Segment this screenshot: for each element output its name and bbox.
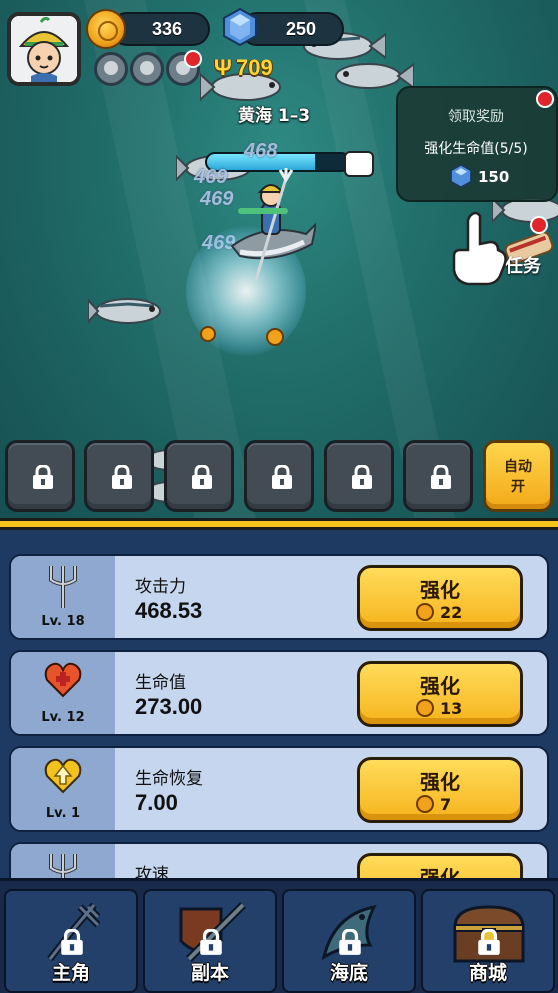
lock-icon [112,465,132,489]
lock-icon [352,465,372,489]
fish-enemy [88,298,161,324]
combat-power: Ψ 709 [214,55,273,81]
trident-power-icon: Ψ [214,55,232,80]
nav-label: 海底 [329,962,368,984]
upgrade-name: 生命恢复 [135,769,203,789]
upgrade-button-hp[interactable]: 强化 13 [357,661,523,727]
auto-battle-label: 自动 开 [486,457,550,497]
game-scene: 336 250 Ψ 709 黄海 1–3 领取奖励 强化生命值(5/5) 150 … [0,0,558,522]
quest-title: 领取奖励 [448,109,504,125]
enemy-portrait-icon [344,151,374,177]
upgrade-cost: 22 [440,603,463,622]
skill-slot-3[interactable] [164,440,234,512]
notification-dot [184,50,202,68]
upgrade-button-regen[interactable]: 强化 7 [357,757,523,823]
diver-avatar-icon [11,16,77,82]
lock-icon [192,465,212,489]
lock-icon [339,929,361,955]
coin-icon [416,699,434,717]
upgrade-value: 468.53 [135,598,203,623]
nav-item-dungeon[interactable]: 副本 [143,889,277,993]
upgrade-button-label: 强化 [420,770,460,794]
nav-item-shop[interactable]: 商城 [421,889,555,993]
skill-slot-2[interactable] [84,440,154,512]
upgrade-icon-box: Lv. 18 [11,556,115,638]
coin-drop [266,328,284,346]
upgrade-level: Lv. 12 [41,710,85,725]
upgrade-name: 生命值 [135,673,186,693]
gem-icon [223,8,257,46]
trident-icon [49,566,77,608]
stage-label: 黄海 1–3 [238,106,311,126]
coin-icon [86,9,126,49]
upgrade-card-regen: Lv. 1 生命恢复 7.00 强化 7 [9,746,549,832]
auto-label-line1: 自动 [504,459,532,475]
damage-number: 468 [244,140,278,162]
nav-label: 主角 [51,962,90,984]
coin-value: 336 [152,19,183,39]
bottom-nav: 主角 副本 海底 商城 [0,878,558,993]
quest-description: 强化生命值(5/5) [424,141,528,157]
lock-icon [200,929,222,955]
lock-icon [478,929,500,955]
pointing-hand-icon [452,211,507,286]
upgrade-panel[interactable]: Lv. 18 攻击力 468.53 强化 22 Lv. 12 生命值 273.0… [0,530,558,882]
gem-icon [450,164,472,188]
upgrade-value: 273.00 [135,694,203,719]
skill-slot-5[interactable] [324,440,394,512]
upgrade-cost: 13 [440,699,463,718]
quest-reward-value: 150 [478,168,510,186]
heart-icon [44,662,82,698]
heart-up-icon [44,758,82,794]
upgrade-card-hp: Lv. 12 生命值 273.00 强化 13 [9,650,549,736]
lock-icon [272,465,292,489]
coin-drop [200,326,216,342]
nav-label: 副本 [190,962,229,984]
buff-slot-2[interactable] [130,52,164,86]
auto-battle-button[interactable]: 自动 开 [483,440,553,512]
lock-icon [61,929,83,955]
upgrade-icon-box: Lv. 1 [11,748,115,830]
auto-label-line2: 开 [511,479,525,495]
upgrade-button-label: 强化 [420,674,460,698]
nav-item-seabed[interactable]: 海底 [282,889,416,993]
upgrade-cost: 7 [440,795,452,814]
coin-icon [416,795,434,813]
upgrade-name: 攻击力 [135,577,186,597]
skill-slot-6[interactable] [403,440,473,512]
player-diver-on-shark [230,168,316,281]
nav-label: 商城 [468,962,507,984]
notification-dot [536,90,554,108]
upgrade-button-attack[interactable]: 强化 22 [357,565,523,631]
upgrade-level: Lv. 1 [45,806,81,821]
gem-value: 250 [286,19,317,39]
skill-slot-4[interactable] [244,440,314,512]
buff-slot-1[interactable] [94,52,128,86]
upgrade-icon-box [11,844,115,882]
upgrade-button-label: 强化 [420,578,460,602]
lock-icon [431,465,451,489]
notification-dot [530,216,548,234]
quest-panel[interactable]: 领取奖励 强化生命值(5/5) 150 [396,86,558,202]
power-value: 709 [236,55,273,80]
panel-divider [0,518,558,530]
skill-slot-1[interactable] [5,440,75,512]
upgrade-level: Lv. 18 [41,614,85,629]
upgrade-card-attack: Lv. 18 攻击力 468.53 强化 22 [9,554,549,640]
coin-icon [416,603,434,621]
upgrade-icon-box: Lv. 12 [11,652,115,734]
damage-number: 469 [194,166,228,188]
upgrade-card-attack-speed: 攻速 强化 [9,842,549,882]
upgrade-value: 7.00 [135,790,178,815]
nav-item-hero[interactable]: 主角 [4,889,138,993]
player-avatar[interactable] [7,12,81,86]
task-label[interactable]: 任务 [505,252,541,278]
lock-icon [33,465,53,489]
